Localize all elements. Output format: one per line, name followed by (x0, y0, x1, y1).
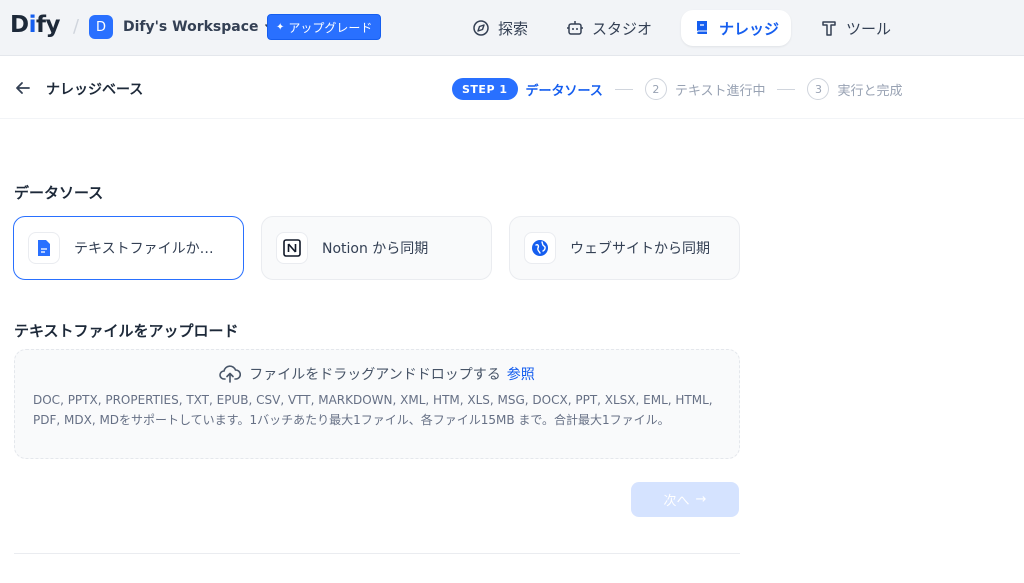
notion-icon (276, 232, 308, 264)
page-title: ナレッジベース (46, 82, 144, 98)
supported-formats-hint: DOC, PPTX, PROPERTIES, TXT, EPUB, CSV, V… (33, 393, 713, 427)
source-option-text-file[interactable]: テキストファイルか… (13, 216, 244, 280)
arrow-right-icon: → (695, 492, 707, 507)
step-2-number: 2 (644, 78, 667, 100)
book-icon (696, 21, 707, 34)
breadcrumb-separator: / (73, 16, 80, 37)
globe-icon (524, 232, 556, 264)
compass-icon (473, 20, 489, 36)
workspace-avatar: D (89, 15, 113, 39)
top-navigation-bar: Dify / D Dify's Workspace ✦ アップグレード 探索 ス… (0, 0, 1024, 56)
page-header: ナレッジベース STEP 1 データソース 2 テキスト進行中 3 実行と完成 (0, 57, 1024, 119)
arrow-left-icon[interactable] (14, 79, 32, 97)
divider (14, 553, 740, 554)
nav-tools[interactable]: ツール (808, 10, 903, 46)
upgrade-button[interactable]: ✦ アップグレード (267, 14, 382, 40)
source-option-label: Notion から同期 (322, 241, 429, 257)
step-connector (614, 88, 633, 90)
source-option-label: ウェブサイトから同期 (570, 241, 710, 257)
hammer-icon (822, 21, 836, 36)
dify-logo[interactable]: Dify (10, 12, 60, 38)
dropzone-text: ファイルをドラッグアンドドロップする (249, 367, 501, 383)
nav-tools-label: ツール (846, 19, 892, 38)
step-1-label: データソース (525, 83, 603, 99)
nav-explore-label: 探索 (498, 19, 529, 38)
step-2-label: テキスト進行中 (674, 83, 766, 99)
nav-knowledge[interactable]: ナレッジ (681, 10, 792, 46)
source-option-label: テキストファイルか… (74, 241, 214, 257)
robot-icon (567, 21, 583, 35)
nav-studio-label: スタジオ (592, 19, 653, 38)
cloud-upload-icon (219, 365, 242, 383)
upload-title: テキストファイルをアップロード (14, 322, 239, 340)
workspace-name: Dify's Workspace (123, 19, 259, 35)
source-option-website[interactable]: ウェブサイトから同期 (509, 216, 740, 280)
nav-explore[interactable]: 探索 (460, 10, 540, 46)
step-3-label: 実行と完成 (837, 83, 903, 99)
source-option-notion[interactable]: Notion から同期 (261, 216, 492, 280)
file-dropzone[interactable]: ファイルをドラッグアンドドロップする 参照 DOC, PPTX, PROPERT… (14, 349, 740, 459)
dropzone-prompt: ファイルをドラッグアンドドロップする 参照 (15, 364, 739, 384)
step-1-badge: STEP 1 (452, 78, 518, 100)
browse-link[interactable]: 参照 (507, 364, 535, 384)
upgrade-label: アップグレード (288, 20, 373, 35)
step-3-number: 3 (807, 78, 830, 100)
sparkle-icon: ✦ (276, 21, 285, 33)
datasource-title: データソース (14, 184, 104, 202)
nav-studio[interactable]: スタジオ (554, 10, 664, 46)
next-button-label: 次へ (663, 494, 690, 509)
file-text-icon (28, 232, 60, 264)
step-indicator: STEP 1 データソース 2 テキスト進行中 3 実行と完成 (452, 78, 903, 100)
next-button[interactable]: 次へ → (631, 482, 739, 517)
workspace-selector[interactable]: D Dify's Workspace (89, 14, 277, 40)
nav-knowledge-label: ナレッジ (719, 19, 780, 38)
step-connector (777, 88, 796, 90)
